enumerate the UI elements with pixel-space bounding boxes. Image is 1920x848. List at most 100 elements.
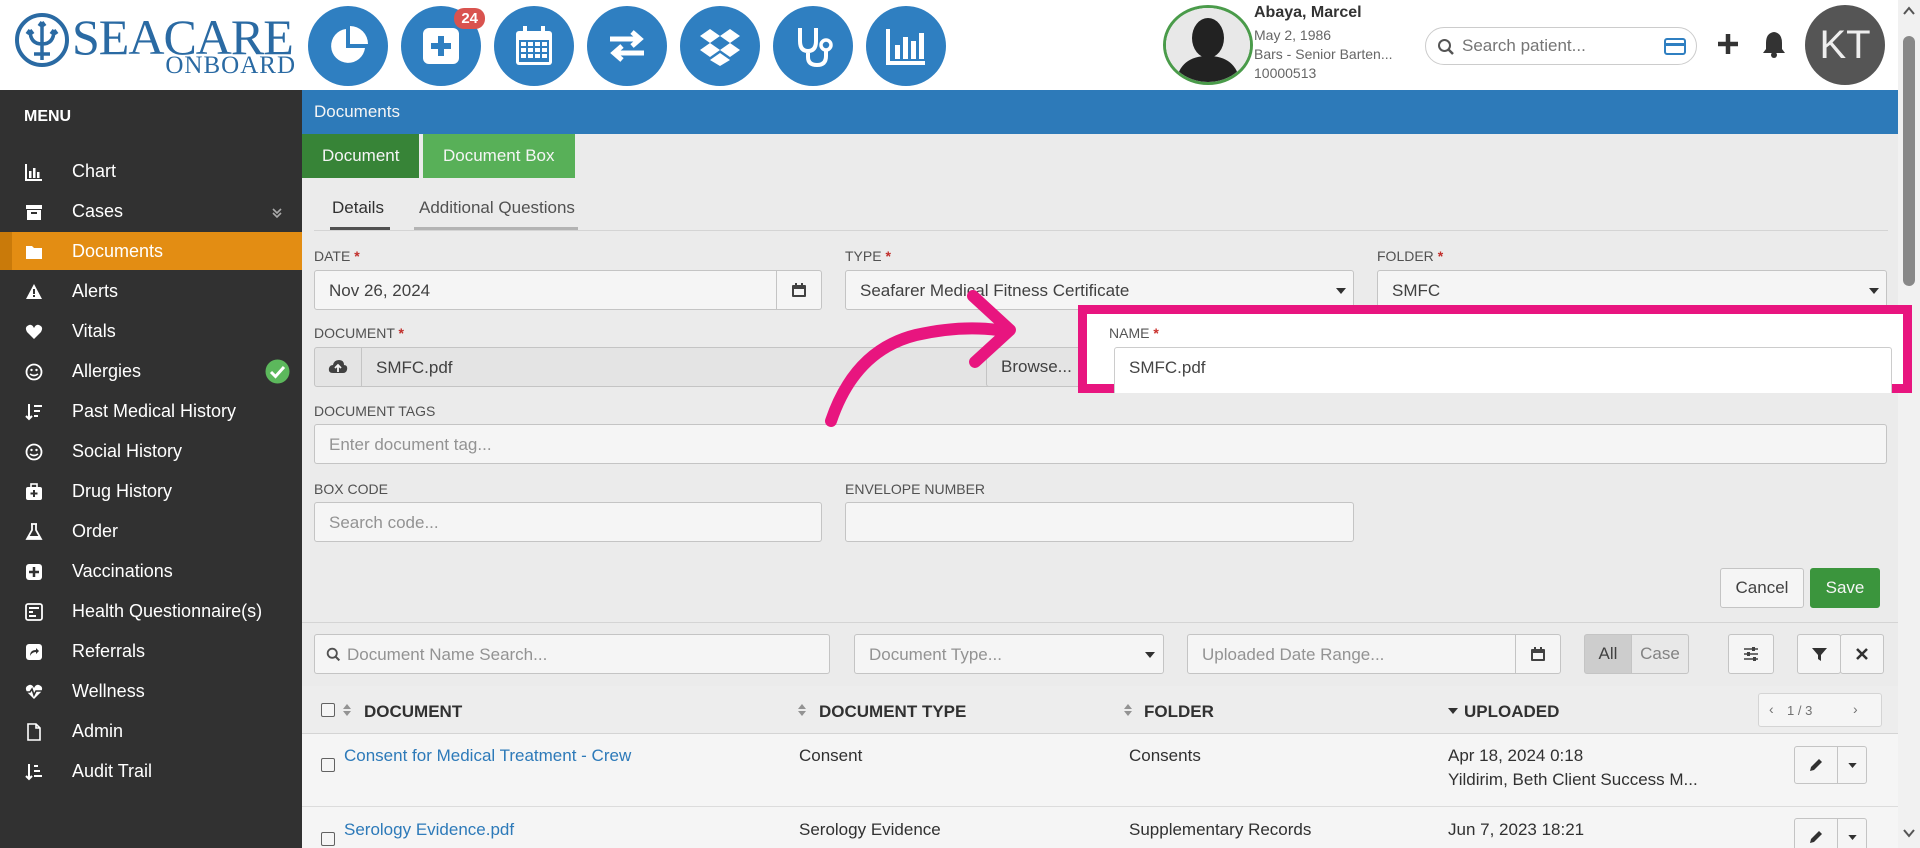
document-link[interactable]: Consent for Medical Treatment - Crew (344, 746, 631, 766)
sidebar-item-label: Social History (72, 441, 183, 461)
patient-search[interactable] (1425, 27, 1697, 65)
row-divider (302, 806, 1898, 807)
dashboard-button[interactable] (308, 6, 388, 86)
chevron-down-icon[interactable] (1336, 288, 1346, 294)
row-actions-dropdown[interactable] (1837, 818, 1867, 848)
sort-icon[interactable] (798, 703, 806, 717)
medical-button[interactable] (773, 6, 853, 86)
transfer-button[interactable] (587, 6, 667, 86)
upload-button[interactable] (314, 347, 362, 387)
archive-icon (26, 205, 42, 220)
scroll-down-icon[interactable] (1903, 828, 1915, 838)
seacare-logo[interactable]: SEACARE ONBOARD (14, 8, 296, 79)
sidebar-item-past-medical-history[interactable]: Past Medical History (0, 392, 302, 430)
sidebar-item-cases[interactable]: Cases (0, 192, 302, 230)
tags-label: DOCUMENT TAGS (314, 403, 436, 419)
user-avatar[interactable]: KT (1805, 5, 1885, 85)
column-header-document[interactable]: DOCUMENT (364, 702, 462, 722)
prev-page-icon[interactable]: ‹ (1769, 701, 1774, 717)
new-case-button[interactable]: 24 (401, 6, 485, 86)
search-icon (1438, 39, 1454, 55)
sidebar-item-alerts[interactable]: Alerts (0, 272, 302, 310)
patient-avatar[interactable] (1163, 5, 1253, 85)
sidebar-item-vaccinations[interactable]: Vaccinations (0, 552, 302, 590)
document-link[interactable]: Serology Evidence.pdf (344, 820, 514, 840)
sidebar-item-social-history[interactable]: Social History (0, 432, 302, 470)
cancel-button[interactable]: Cancel (1720, 568, 1804, 608)
edit-button[interactable] (1794, 746, 1838, 784)
sidebar-item-documents[interactable]: Documents (0, 232, 302, 270)
tab-document[interactable]: Document (302, 134, 420, 178)
double-chevron-down-icon[interactable] (271, 207, 283, 219)
chevron-down-icon[interactable] (1869, 288, 1879, 294)
box-code-input[interactable]: Search code... (314, 502, 822, 542)
date-range-picker-button[interactable] (1515, 634, 1561, 674)
clear-filter-button[interactable] (1840, 634, 1884, 674)
notifications-button[interactable] (1756, 24, 1792, 64)
chevron-down-icon[interactable] (1145, 652, 1155, 658)
scrollbar-thumb[interactable] (1903, 36, 1915, 286)
tags-input[interactable]: Enter document tag... (314, 424, 1887, 464)
patient-name[interactable]: Abaya, Marcel (1254, 4, 1362, 22)
calendar-button[interactable] (494, 6, 574, 86)
sidebar-item-label: Order (72, 521, 119, 541)
exchange-icon (610, 30, 644, 62)
heartbeat-icon (25, 684, 43, 699)
filter-all-button[interactable]: All (1584, 634, 1632, 674)
filter-case-button[interactable]: Case (1631, 634, 1689, 674)
document-name-search[interactable]: Document Name Search... (314, 634, 830, 674)
sidebar-item-order[interactable]: Order (0, 512, 302, 550)
folder-cell: Consents (1129, 746, 1201, 765)
row-checkbox[interactable] (321, 758, 335, 772)
select-all-checkbox[interactable] (321, 703, 335, 717)
sort-icon[interactable] (343, 703, 351, 717)
sidebar-item-label: Drug History (72, 481, 173, 501)
sidebar-item-allergies[interactable]: Allergies (0, 352, 302, 390)
column-header-uploaded[interactable]: UPLOADED (1464, 702, 1559, 722)
row-checkbox[interactable] (321, 832, 335, 846)
subtab-additional-questions[interactable]: Additional Questions (419, 198, 575, 218)
patient-role: Bars - Senior Barten... (1254, 46, 1393, 62)
sort-icon[interactable] (1124, 703, 1132, 717)
tab-document-box[interactable]: Document Box (423, 134, 575, 178)
sidebar-item-vitals[interactable]: Vitals (0, 312, 302, 350)
page-scrollbar[interactable] (1898, 0, 1920, 848)
patient-search-input[interactable] (1462, 36, 1652, 56)
filter-settings-button[interactable] (1728, 634, 1774, 674)
sidebar-item-health-questionnaires[interactable]: Health Questionnaire(s) (0, 592, 302, 630)
add-button[interactable] (1710, 24, 1746, 64)
subtab-details[interactable]: Details (332, 198, 384, 218)
reports-button[interactable] (866, 6, 946, 86)
document-type-filter[interactable]: Document Type... (854, 634, 1164, 674)
date-label: DATE * (314, 248, 360, 264)
date-input[interactable]: Nov 26, 2024 (314, 270, 778, 310)
column-header-document-type[interactable]: DOCUMENT TYPE (819, 702, 966, 722)
sidebar-item-label: Vaccinations (72, 561, 173, 581)
edit-button[interactable] (1794, 818, 1838, 848)
uploaded-date-range[interactable]: Uploaded Date Range... (1187, 634, 1517, 674)
save-button[interactable]: Save (1810, 568, 1880, 608)
envelope-input[interactable] (845, 502, 1354, 542)
medkit-icon (26, 483, 42, 500)
sidebar-item-admin[interactable]: Admin (0, 712, 302, 750)
apply-filter-button[interactable] (1797, 634, 1841, 674)
sidebar-title: MENU (24, 108, 72, 125)
next-page-icon[interactable]: › (1853, 701, 1858, 717)
id-card-icon[interactable] (1664, 38, 1686, 55)
row-actions-dropdown[interactable] (1837, 746, 1867, 784)
name-input[interactable]: SMFC.pdf (1114, 347, 1892, 393)
folder-select[interactable]: SMFC (1377, 270, 1887, 310)
sort-desc-icon[interactable] (1448, 708, 1458, 714)
scroll-up-icon[interactable] (1903, 6, 1915, 16)
column-header-folder[interactable]: FOLDER (1144, 702, 1214, 722)
sidebar-item-drug-history[interactable]: Drug History (0, 472, 302, 510)
pagination: ‹ 1 / 3 › (1758, 693, 1882, 727)
pie-chart-icon (331, 26, 368, 63)
sidebar-item-referrals[interactable]: Referrals (0, 632, 302, 670)
sidebar-item-wellness[interactable]: Wellness (0, 672, 302, 710)
highlighted-name-field: NAME * SMFC.pdf (1078, 305, 1912, 393)
logo-subtitle: ONBOARD (165, 52, 296, 79)
sidebar-item-audit-trail[interactable]: Audit Trail (0, 752, 302, 790)
dropbox-button[interactable] (680, 6, 760, 86)
sidebar-item-chart[interactable]: Chart (0, 152, 302, 190)
